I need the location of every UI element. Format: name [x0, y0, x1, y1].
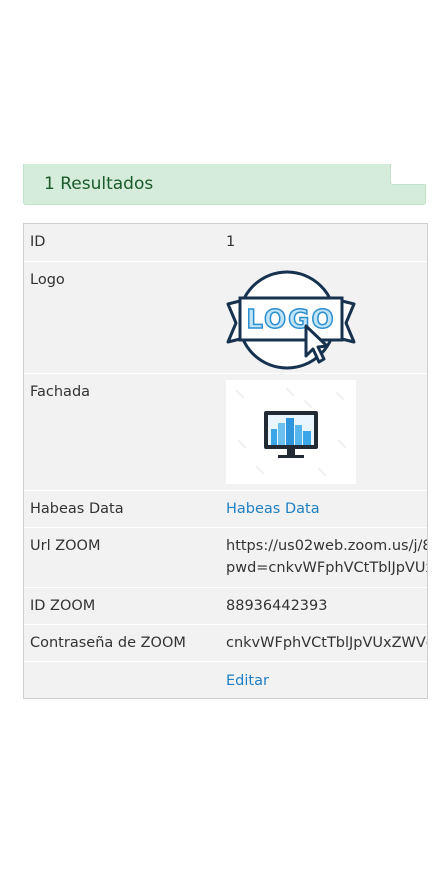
row-zoom-password: Contraseña de ZOOM cnkvWFphVCtTblJpVUxZW… [24, 624, 428, 661]
row-fachada: Fachada [24, 373, 427, 490]
logo-image-text: LOGO [246, 305, 335, 335]
id-zoom-label: ID ZOOM [30, 598, 96, 614]
id-zoom-value: 88936442393 [226, 598, 328, 614]
id-label: ID [30, 234, 46, 250]
logo-image: LOGO [226, 270, 356, 370]
row-habeas-data: Habeas Data Habeas Data [24, 490, 427, 527]
row-url-zoom: Url ZOOM https://us02web.zoom.us/j/88 pw… [24, 527, 428, 587]
habeas-data-label: Habeas Data [30, 501, 124, 517]
row-id: ID 1 [24, 224, 427, 261]
banner-notch [390, 164, 426, 185]
habeas-data-link[interactable]: Habeas Data [226, 501, 320, 517]
fachada-image [226, 380, 356, 484]
row-logo: Logo LOGO [24, 261, 427, 373]
logo-label: Logo [30, 272, 65, 288]
results-banner: 1 Resultados [23, 164, 426, 205]
row-id-zoom: ID ZOOM 88936442393 [24, 587, 427, 624]
zoom-password-label: Contraseña de ZOOM [30, 635, 186, 651]
results-count: 1 Resultados [44, 174, 154, 194]
url-zoom-label: Url ZOOM [30, 538, 101, 554]
zoom-password-value: cnkvWFphVCtTblJpVUxZWVdt [226, 635, 428, 651]
record-detail-table: ID 1 Logo LOGO Fachada Habeas Data Habea… [23, 223, 428, 699]
id-value: 1 [226, 234, 236, 250]
url-zoom-value-line1: https://us02web.zoom.us/j/88 [226, 538, 428, 554]
url-zoom-value-line2: pwd=cnkvWFphVCtTblJpVUxZ [226, 560, 428, 576]
edit-link[interactable]: Editar [226, 673, 269, 689]
fachada-label: Fachada [30, 384, 91, 400]
row-actions: Editar [24, 661, 427, 698]
